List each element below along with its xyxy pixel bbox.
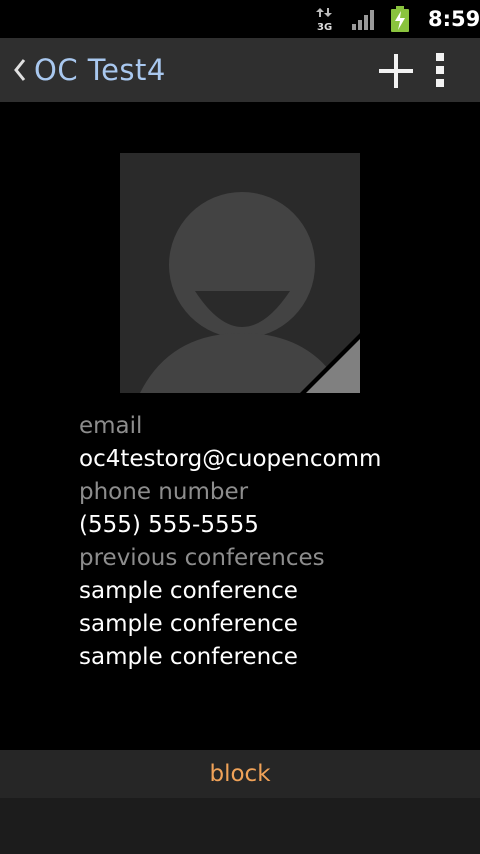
conference-item[interactable]: sample conference	[79, 641, 459, 674]
status-bar: 3G 8:59	[0, 0, 480, 38]
add-button[interactable]	[376, 52, 416, 90]
bottom-area	[0, 798, 480, 854]
email-value[interactable]: oc4testorg@cuopencomm	[79, 443, 459, 476]
default-contact-avatar-icon	[140, 192, 360, 393]
network-label: 3G	[317, 22, 332, 32]
up-navigation[interactable]: OC Test4	[10, 38, 166, 102]
overflow-menu-icon[interactable]	[435, 53, 445, 87]
conference-item[interactable]: sample conference	[79, 575, 459, 608]
chevron-left-icon[interactable]	[10, 55, 30, 85]
previous-conferences-label: previous conferences	[79, 545, 325, 571]
contact-title: OC Test4	[34, 53, 166, 87]
phone-value[interactable]: (555) 555-5555	[79, 509, 459, 542]
email-label: email	[79, 413, 143, 439]
block-button[interactable]: block	[0, 750, 480, 798]
overflow-menu-button[interactable]	[426, 50, 454, 90]
contact-details: email oc4testorg@cuopencomm phone number…	[79, 410, 459, 674]
phone-label: phone number	[79, 479, 249, 505]
battery-charging-icon	[391, 6, 409, 32]
conference-item[interactable]: sample conference	[79, 608, 459, 641]
data-3g-icon: 3G	[316, 8, 332, 32]
action-bar: OC Test4	[0, 38, 480, 102]
block-label: block	[209, 761, 271, 787]
plus-icon[interactable]	[379, 54, 413, 88]
signal-strength-icon	[352, 10, 374, 30]
clock: 8:59	[428, 7, 480, 31]
contact-avatar[interactable]	[120, 153, 360, 393]
